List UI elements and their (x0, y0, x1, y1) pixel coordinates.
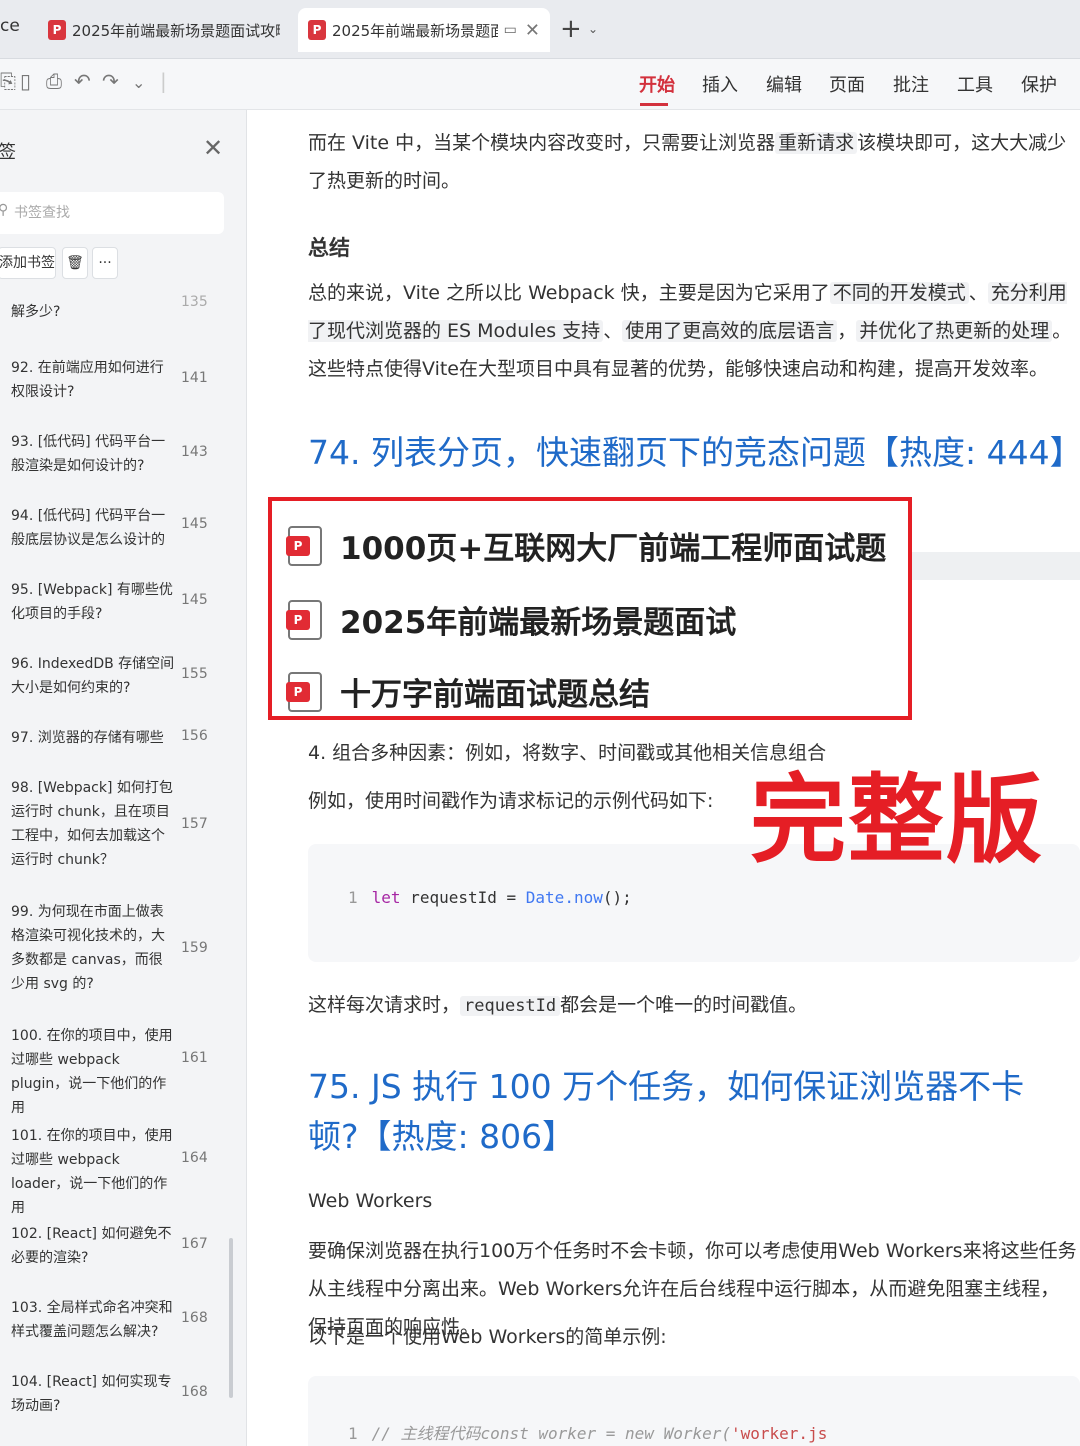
tab-bar: ce P 2025年前端最新场景题面试攻略.pdf P 2025年前端最新场景题… (0, 0, 1080, 59)
code-block-worker: 1// 主线程代码const worker = new Worker('work… (308, 1376, 1080, 1446)
pdf-icon: P (308, 20, 326, 40)
tab-fragment[interactable]: ce (0, 16, 20, 36)
sidebar-scrollbar[interactable] (229, 1238, 233, 1398)
bookmark-page: 157 (181, 816, 208, 832)
bookmark-page: 143 (181, 444, 208, 460)
code-line: 1 let requestId = Date.now(); (348, 888, 632, 907)
print-icon[interactable]: ⎙ (46, 69, 62, 93)
code-line: 1// 主线程代码const worker = new Worker('work… (348, 1424, 828, 1443)
search-icon: ⚲ (0, 202, 9, 218)
pdf-icon: P (48, 20, 66, 40)
close-icon[interactable]: ✕ (525, 20, 540, 41)
promo-text: 1000页+互联网大厂前端工程师面试题 (340, 531, 887, 567)
bookmark-page: 159 (181, 940, 208, 956)
menu-edit[interactable]: 编辑 (766, 71, 802, 97)
bookmark-label: 102. [React] 如何避免不必要的渲染? (11, 1226, 172, 1266)
bookmark-label: 98. [Webpack] 如何打包运行时 chunk，且在项目工程中，如何去加… (11, 780, 173, 868)
menu-annotate[interactable]: 批注 (893, 71, 929, 97)
heading-75: 75. JS 执行 100 万个任务，如何保证浏览器不卡顿?【热度: 806】 (308, 1067, 1025, 1156)
redo-icon[interactable]: ↷ (102, 69, 119, 93)
chevron-down-icon[interactable]: ⌄ (132, 73, 145, 92)
delete-bookmark-button[interactable]: 🗑 (62, 247, 88, 279)
new-tab-button[interactable]: + (560, 14, 582, 44)
pdf-icon: P (286, 599, 322, 640)
undo-icon[interactable]: ↶ (74, 69, 91, 93)
bookmark-search-box: ⚲ (0, 192, 224, 234)
web-workers-title: Web Workers (308, 1190, 433, 1212)
menu-insert[interactable]: 插入 (702, 71, 738, 97)
chevron-down-icon[interactable]: ⌄ (588, 22, 598, 36)
pdf-icon: P (286, 671, 322, 712)
menu-protect[interactable]: 保护 (1021, 71, 1057, 97)
page-gap-strip (910, 552, 1080, 580)
toolbar: ⎘ ▯ ⎙ ↶ ↷ ⌄ | 开始 插入 编辑 页面 批注 工具 保护 (0, 59, 1080, 110)
heading-74: 74. 列表分页，快速翻页下的竞态问题【热度: 444】 (308, 433, 1080, 472)
trash-icon: 🗑 (66, 255, 84, 271)
pdf-icon: P (286, 525, 322, 566)
tab-pdf-1[interactable]: P 2025年前端最新场景题面试攻略.pdf (38, 8, 290, 52)
add-bookmark-button[interactable]: 添加书签 (0, 247, 56, 279)
paragraph-summary: 总的来说，Vite 之所以比 Webpack 快，主要是因为它采用了 不同的开发模… (308, 282, 1072, 380)
bookmark-page: 161 (181, 1050, 208, 1066)
bookmark-page: 156 (181, 728, 208, 744)
paragraph-example-intro: 以下是一个使用Web Workers的简单示例: (308, 1326, 667, 1348)
bookmark-label: 97. 浏览器的存储有哪些 (11, 730, 164, 746)
bookmark-label: 104. [React] 如何实现专场动画? (11, 1374, 172, 1414)
paragraph-requestid: 这样每次请求时， requestId 都会是一个唯一的时间戳值。 (308, 994, 808, 1016)
summary-heading: 总结 (308, 236, 350, 260)
promo-text: 十万字前端面试题总结 (340, 677, 650, 713)
tab-label: 2025年前端最新场景题面试.p (332, 21, 498, 40)
bookmark-page: 164 (181, 1150, 208, 1166)
promo-box: P 1000页+互联网大厂前端工程师面试题 P 2025年前端最新场景题面试 P… (268, 497, 912, 720)
bookmark-label: 101. 在你的项目中，使用过哪些 webpack loader，说一下他们的作… (11, 1128, 173, 1216)
close-icon[interactable]: ✕ (203, 134, 223, 162)
promo-item: P 十万字前端面试题总结 (286, 669, 650, 714)
paragraph-vite-hmr: 而在 Vite 中，当某个模块内容改变时，只需要让浏览器 重新请求 该模块即可，这大… (308, 132, 1067, 192)
tab-label: 2025年前端最新场景题面试攻略.pdf (72, 21, 280, 40)
bookmark-page: 135 (181, 294, 208, 310)
bookmark-page: 145 (181, 516, 208, 532)
bookmark-page: 168 (181, 1384, 208, 1400)
bookmark-label: 94. [低代码] 代码平台一般底层协议是怎么设计的 (11, 508, 166, 548)
divider: | (160, 69, 167, 93)
bookmark-sidebar: 签 ✕ ⚲ 添加书签 🗑 ··· 解多少? 135 92. 在前端应用如何进行权… (0, 110, 247, 1446)
open-icon[interactable]: ⎘ (0, 69, 16, 93)
promo-item: P 1000页+互联网大厂前端工程师面试题 (286, 523, 887, 568)
menu-page[interactable]: 页面 (829, 71, 865, 97)
bookmark-label: 92. 在前端应用如何进行权限设计? (11, 360, 164, 400)
promo-item: P 2025年前端最新场景题面试 (286, 597, 737, 642)
bookmark-label: 103. 全局样式命名冲突和样式覆盖问题怎么解决? (11, 1300, 173, 1340)
bookmark-page: 141 (181, 370, 208, 386)
bookmark-label: 99. 为何现在市面上做表格渲染可视化技术的，大多数都是 canvas，而很少用… (11, 904, 165, 992)
bookmark-label: 96. IndexedDB 存储空间大小是如何约束的? (11, 656, 175, 696)
save-icon[interactable]: ▯ (20, 69, 31, 93)
bookmark-page: 167 (181, 1236, 208, 1252)
bookmark-label: 100. 在你的项目中，使用过哪些 webpack plugin，说一下他们的作… (11, 1028, 173, 1116)
bookmark-search-input[interactable] (12, 200, 206, 226)
bookmark-label: 93. [低代码] 代码平台一般渲染是如何设计的? (11, 434, 166, 474)
bookmark-page: 168 (181, 1310, 208, 1326)
bookmark-page: 145 (181, 592, 208, 608)
tab-pdf-2-active[interactable]: P 2025年前端最新场景题面试.p ▭ ✕ (298, 8, 550, 52)
menu-tools[interactable]: 工具 (957, 71, 993, 97)
sidebar-title: 签 (0, 142, 16, 163)
bookmark-label: 95. [Webpack] 有哪些优化项目的手段? (11, 582, 173, 622)
screen-icon[interactable]: ▭ (504, 22, 517, 38)
complete-edition-stamp: 完整版 (750, 764, 1044, 876)
bookmark-page: 155 (181, 666, 208, 682)
bookmark-label: 解多少? (11, 304, 61, 320)
more-options-button[interactable]: ··· (92, 247, 118, 279)
promo-text: 2025年前端最新场景题面试 (340, 605, 737, 641)
active-menu-indicator (640, 103, 668, 106)
menu-home[interactable]: 开始 (639, 71, 675, 97)
